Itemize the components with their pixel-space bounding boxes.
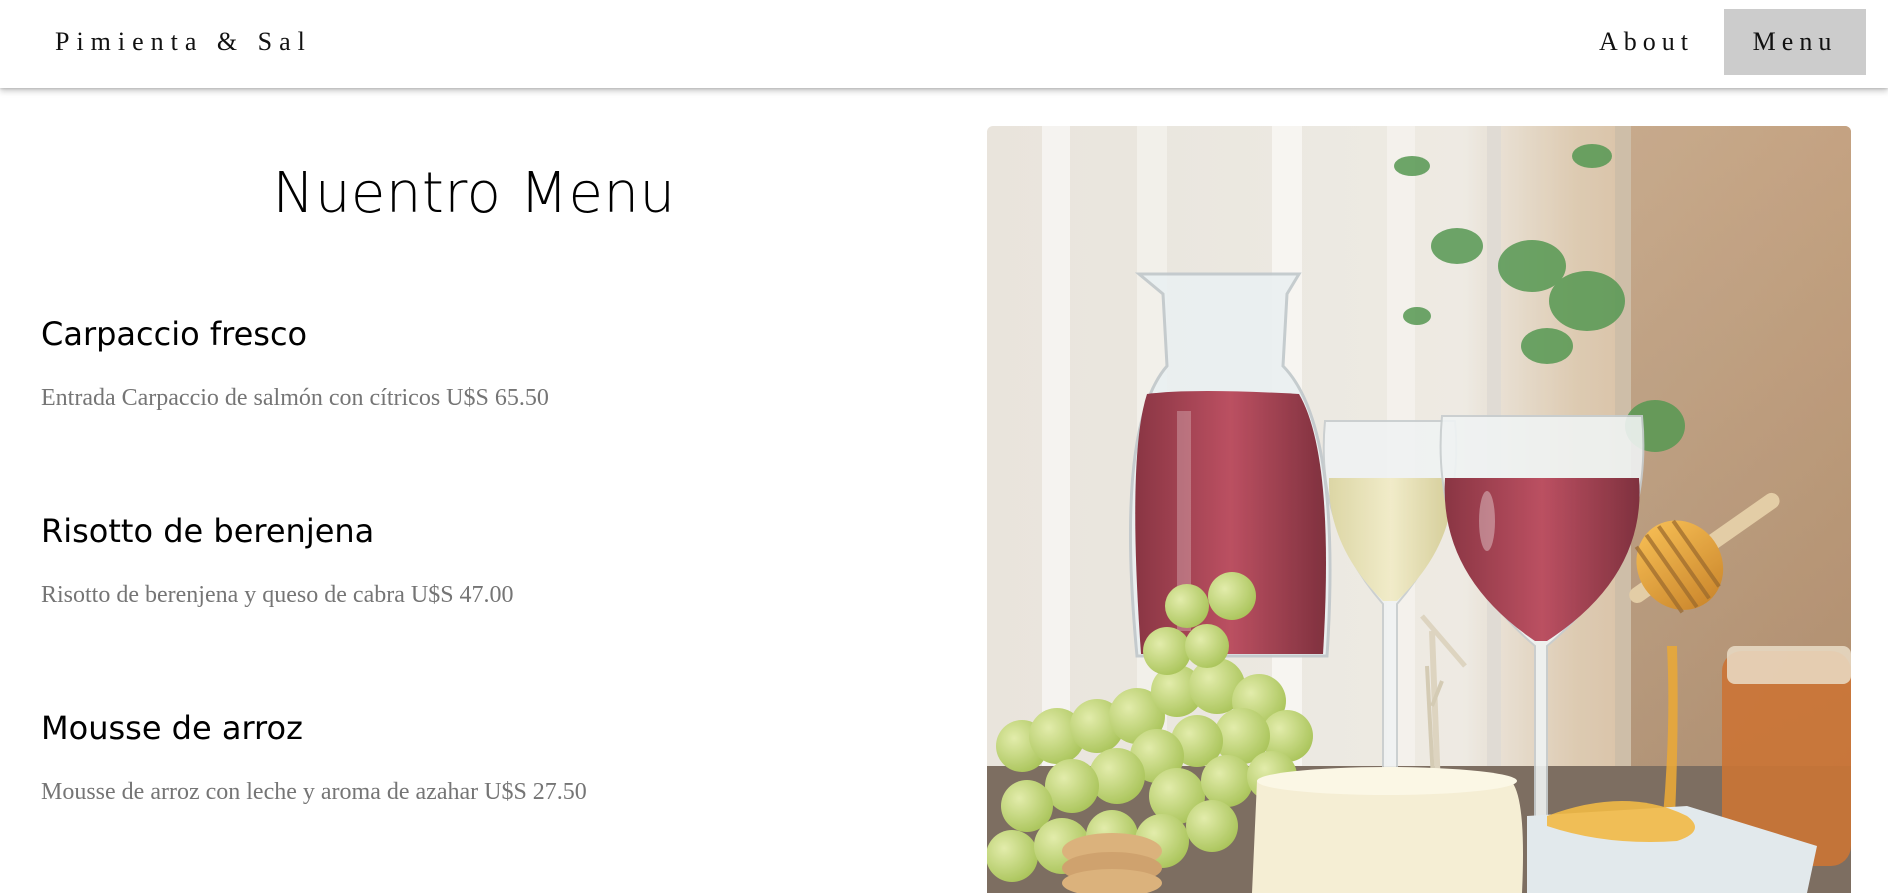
- menu-item: Risotto de berenjena Risotto de berenjen…: [41, 511, 921, 608]
- menu-item: Mousse de arroz Mousse de arroz con lech…: [41, 708, 921, 805]
- top-navigation-bar: Pimienta & Sal About Menu: [0, 0, 1888, 88]
- menu-item: Carpaccio fresco Entrada Carpaccio de sa…: [41, 314, 921, 411]
- dish-description: Entrada Carpaccio de salmón con cítricos…: [41, 385, 549, 411]
- dish-name: Risotto de berenjena: [41, 512, 375, 550]
- brand-logo-text[interactable]: Pimienta & Sal: [55, 22, 312, 62]
- dish-name: Mousse de arroz: [41, 709, 303, 747]
- dish-description: Mousse de arroz con leche y aroma de aza…: [41, 779, 587, 805]
- food-wine-photo: [987, 126, 1851, 893]
- dish-name: Carpaccio fresco: [41, 315, 308, 353]
- main-nav: About Menu: [1573, 9, 1866, 75]
- food-wine-illustration: [987, 126, 1851, 893]
- page-title: Nuentro Menu: [272, 161, 676, 226]
- menu-section: Nuentro Menu Carpaccio fresco Entrada Ca…: [0, 88, 948, 893]
- nav-item-about[interactable]: About: [1573, 9, 1720, 75]
- dish-description: Risotto de berenjena y queso de cabra U$…: [41, 582, 514, 608]
- nav-item-menu[interactable]: Menu: [1724, 9, 1866, 75]
